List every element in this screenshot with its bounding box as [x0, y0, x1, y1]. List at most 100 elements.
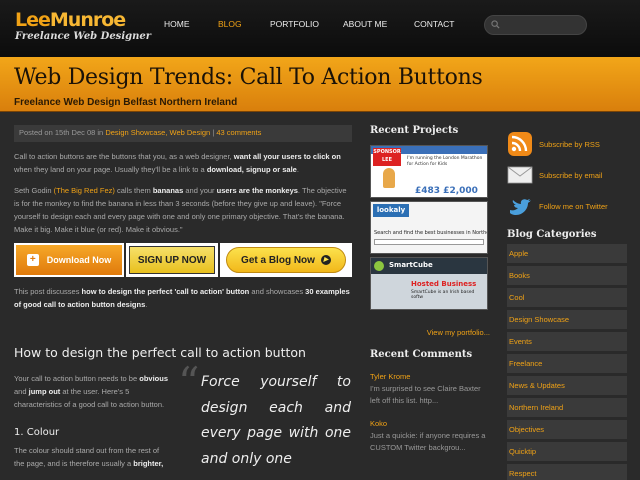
post-categories-link[interactable]: Design Showcase, Web Design: [105, 128, 210, 137]
twitter-bird-icon: [510, 199, 531, 215]
search-input[interactable]: [484, 15, 587, 35]
post-paragraph-5: The colour should stand out from the res…: [14, 444, 171, 470]
text: when they land on your page. Usually the…: [14, 165, 207, 174]
envelope-icon: [507, 166, 533, 184]
category-freelance[interactable]: Freelance: [507, 354, 627, 373]
nav-portfolio[interactable]: PORTFOLIO: [270, 19, 319, 29]
page-subtitle: Freelance Web Design Belfast Northern Ir…: [14, 97, 238, 108]
download-label: Download Now: [46, 255, 112, 265]
text: This post discusses: [14, 287, 82, 296]
thumb-text: I'm running the London Marathon for Acti…: [407, 156, 483, 167]
text: and showcases: [249, 287, 306, 296]
thumb-text: Search and find the best businesses in N…: [374, 230, 488, 236]
project-thumbnail-lookaly[interactable]: lookaly Search and find the best busines…: [370, 201, 488, 254]
logo-first: Lee: [15, 9, 51, 31]
subscribe-rss-row[interactable]: Subscribe by RSS: [507, 130, 627, 158]
bold-text: obvious: [139, 374, 168, 383]
subscribe-email-row[interactable]: Subscribe by email: [507, 161, 627, 189]
text: Seth Godin: [14, 186, 54, 195]
project-thumbnail-sponsor[interactable]: SPONSOR LEE I'm running the London Marat…: [370, 145, 488, 198]
logo-name: LeeMunroe: [15, 10, 151, 30]
text: calls them: [114, 186, 153, 195]
blog-categories-title: Blog Categories: [507, 229, 597, 240]
logo[interactable]: LeeMunroe Freelance Web Designer: [15, 10, 151, 43]
subscribe-rss-link[interactable]: Subscribe by RSS: [539, 140, 600, 149]
category-news-updates[interactable]: News & Updates: [507, 376, 627, 395]
logo-tagline: Freelance Web Designer: [15, 31, 152, 42]
post-comments-link[interactable]: 43 comments: [216, 128, 261, 137]
text: Your call to action button needs to be: [14, 374, 140, 383]
comment-text[interactable]: Just a quickie: if anyone requires a CUS…: [370, 430, 490, 454]
category-list: Apple Books Cool Design Showcase Events …: [507, 244, 627, 480]
nav-contact[interactable]: CONTACT: [414, 19, 454, 29]
signup-label: SIGN UP NOW: [129, 246, 215, 274]
bold-text: want all your users to click on: [233, 152, 341, 161]
category-design-showcase[interactable]: Design Showcase: [507, 310, 627, 329]
category-quicktip[interactable]: Quicktip: [507, 442, 627, 461]
category-cool[interactable]: Cool: [507, 288, 627, 307]
text: and your: [183, 186, 217, 195]
logo-last: Munroe: [49, 9, 126, 31]
rss-icon: [508, 132, 532, 156]
nav-home[interactable]: HOME: [164, 19, 190, 29]
comment-author[interactable]: Tyler Krome: [370, 372, 490, 381]
comment-author[interactable]: Koko: [370, 419, 490, 428]
page-title: Web Design Trends: Call To Action Button…: [14, 65, 483, 90]
right-sidebar: Subscribe by RSS Subscribe by email Foll…: [507, 130, 627, 480]
post-paragraph-1: Call to action buttons are the buttons t…: [14, 150, 352, 176]
section-body: Your call to action button needs to be o…: [14, 362, 352, 480]
pull-quote: “ Force yourself to design each and ever…: [178, 362, 351, 472]
thumb-search-bar: [374, 239, 484, 245]
nav-about-me[interactable]: ABOUT ME: [343, 19, 387, 29]
thumb-header: SmartCube: [371, 258, 487, 274]
blog-label: Get a Blog Now: [241, 254, 315, 266]
category-northern-ireland[interactable]: Northern Ireland: [507, 398, 627, 417]
recent-comments-title: Recent Comments: [370, 349, 473, 360]
bold-text: jump out: [28, 387, 61, 396]
smartcube-logo: SmartCube: [389, 261, 433, 269]
text: .: [296, 165, 299, 174]
post-date: Posted on 15th Dec 08 in: [19, 128, 106, 137]
big-red-fez-link[interactable]: (The Big Red Fez): [54, 186, 115, 195]
runner-figure-icon: [383, 168, 395, 188]
smartcube-logo-icon: [374, 261, 384, 271]
thumb-subline: SmartCube is an Irish based softw: [411, 290, 475, 300]
post-paragraph-4: Your call to action button needs to be o…: [14, 372, 171, 411]
subsection-heading: 1. Colour: [14, 427, 60, 438]
category-apple[interactable]: Apple: [507, 244, 627, 263]
view-portfolio-link[interactable]: View my portfolio...: [370, 328, 490, 337]
text: and: [14, 387, 29, 396]
get-a-blog-button[interactable]: Get a Blog Now ▶: [220, 243, 352, 277]
project-thumbnail-smartcube[interactable]: SmartCube Hosted Business SmartCube is a…: [370, 257, 488, 310]
category-respect[interactable]: Respect: [507, 464, 627, 480]
category-books[interactable]: Books: [507, 266, 627, 285]
text: .: [145, 300, 148, 309]
page-banner: Web Design Trends: Call To Action Button…: [0, 57, 640, 112]
arrow-right-icon: ▶: [320, 255, 331, 265]
search-icon: [491, 20, 500, 29]
bold-text: download, signup or sale: [206, 165, 297, 174]
top-bar: LeeMunroe Freelance Web Designer HOME BL…: [0, 0, 640, 57]
pull-quote-text: Force yourself to design each and every …: [201, 374, 351, 467]
bold-text: users are the monkeys: [216, 186, 298, 195]
comment-text[interactable]: I'm surprised to see Claire Baxter left …: [370, 383, 490, 407]
cta-examples-image: + Download Now SIGN UP NOW Get a Blog Now…: [14, 243, 352, 277]
thumb-amount: £483 £2,000: [415, 186, 478, 196]
nav-blog[interactable]: BLOG: [218, 19, 242, 29]
follow-twitter-link[interactable]: Follow me on Twitter: [539, 202, 608, 211]
download-now-button[interactable]: + Download Now: [14, 243, 124, 277]
bold-text: bananas: [152, 186, 184, 195]
quote-mark-icon: “: [178, 358, 200, 407]
subscribe-email-link[interactable]: Subscribe by email: [539, 171, 602, 180]
plus-icon: +: [26, 254, 39, 266]
text: Call to action buttons are the buttons t…: [14, 152, 234, 161]
category-events[interactable]: Events: [507, 332, 627, 351]
sign-up-now-button[interactable]: SIGN UP NOW: [126, 243, 218, 277]
post-paragraph-2: Seth Godin (The Big Red Fez) calls them …: [14, 184, 352, 236]
bold-text: how to design the perfect 'call to actio…: [81, 287, 250, 296]
sponsor-badge: SPONSOR LEE: [373, 148, 401, 166]
category-objectives[interactable]: Objectives: [507, 420, 627, 439]
post-paragraph-3: This post discusses how to design the pe…: [14, 285, 352, 311]
bold-text: brighter,: [133, 459, 164, 468]
follow-twitter-row[interactable]: Follow me on Twitter: [507, 192, 627, 220]
